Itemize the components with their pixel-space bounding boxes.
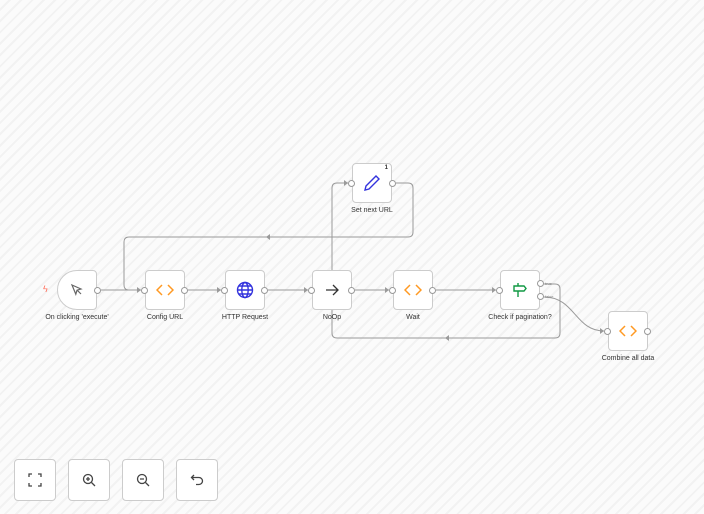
code-icon [619, 325, 637, 337]
globe-icon [236, 281, 254, 299]
code-icon [404, 284, 422, 296]
output-port[interactable] [644, 328, 651, 335]
input-port[interactable] [221, 287, 228, 294]
connections [101, 180, 605, 341]
zoom-in-icon [82, 473, 96, 487]
node-noop[interactable] [312, 270, 352, 310]
zoom-out-icon [136, 473, 150, 487]
output-port-false[interactable] [537, 293, 544, 300]
output-port[interactable] [389, 180, 396, 187]
node-combine-all-data[interactable] [608, 311, 648, 351]
trigger-bolt-icon: ϟ [43, 284, 48, 294]
node-check-if-pagination[interactable] [500, 270, 540, 310]
output-port[interactable] [94, 287, 101, 294]
node-config-url[interactable] [145, 270, 185, 310]
arrow-right-icon [326, 284, 339, 296]
fit-view-button[interactable] [14, 459, 56, 501]
node-label: Check if pagination? [488, 314, 552, 321]
output-port[interactable] [181, 287, 188, 294]
input-port[interactable] [308, 287, 315, 294]
code-icon [156, 284, 174, 296]
node-label: Combine all data [601, 355, 655, 362]
input-port[interactable] [348, 180, 355, 187]
input-port[interactable] [496, 287, 503, 294]
output-port[interactable] [429, 287, 436, 294]
output-port[interactable] [261, 287, 268, 294]
zoom-in-button[interactable] [68, 459, 110, 501]
run-count-badge: 1 [384, 165, 388, 171]
node-set-next-url[interactable]: 1 [352, 163, 392, 203]
node-label: Set next URL [351, 207, 393, 214]
reset-zoom-button[interactable] [176, 459, 218, 501]
node-on-clicking-execute[interactable] [57, 270, 97, 310]
node-http-request[interactable] [225, 270, 265, 310]
output-label-true: true [545, 281, 552, 286]
fullscreen-icon [28, 473, 42, 487]
input-port[interactable] [141, 287, 148, 294]
output-port[interactable] [348, 287, 355, 294]
output-label-false: false [545, 294, 554, 299]
zoom-out-button[interactable] [122, 459, 164, 501]
node-wait[interactable] [393, 270, 433, 310]
input-port[interactable] [389, 287, 396, 294]
node-label: Wait [406, 314, 420, 321]
output-port-true[interactable] [537, 280, 544, 287]
pencil-icon [364, 175, 380, 191]
input-port[interactable] [604, 328, 611, 335]
undo-icon [190, 474, 204, 486]
signpost-icon [513, 283, 527, 297]
edge-noop-setnext [331, 182, 348, 270]
cursor-icon [70, 283, 83, 296]
